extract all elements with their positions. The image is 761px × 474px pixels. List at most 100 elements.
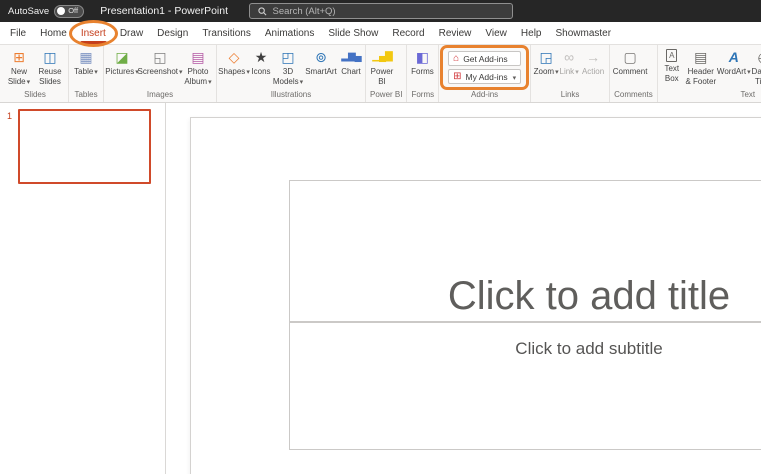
header-footer-label: Header & Footer — [685, 67, 717, 86]
pictures-label: Pictures — [105, 67, 135, 76]
tab-file[interactable]: File — [3, 22, 33, 44]
ribbon-group-slides: ⊞ New Slide ◫ Reuse Slides Slides — [2, 45, 69, 102]
group-label-illustrations: Illustrations — [270, 90, 312, 99]
subtitle-placeholder[interactable]: Click to add subtitle — [289, 322, 761, 450]
ribbon-group-illustrations: ◇ Shapes ★ Icons ◰ 3D Models ⊚ SmartArt … — [217, 45, 366, 102]
ribbon: ⊞ New Slide ◫ Reuse Slides Slides ▦ Tabl… — [0, 45, 761, 103]
comment-button[interactable]: ▢ Comment — [612, 45, 648, 90]
table-button[interactable]: ▦ Table — [71, 45, 101, 90]
shapes-icon: ◇ — [228, 49, 240, 65]
group-label-tables: Tables — [74, 90, 98, 99]
dropdown-caret-icon — [512, 72, 517, 82]
forms-button[interactable]: ◧ Forms — [409, 45, 435, 90]
slide-number-text: 1 — [7, 111, 13, 121]
chart-button[interactable]: ▂▆▄ Chart — [339, 45, 363, 90]
date-time-label: Date & Time — [751, 67, 761, 86]
my-addins-button[interactable]: ⊞ My Add-ins — [448, 69, 522, 84]
text-box-label: Text Box — [664, 64, 680, 83]
pictures-button[interactable]: ◪ Pictures — [105, 45, 138, 90]
reuse-slides-icon: ◫ — [43, 49, 57, 65]
chart-label: Chart — [341, 67, 361, 76]
chart-icon: ▂▆▄ — [341, 51, 361, 62]
tab-insert[interactable]: Insert — [68, 20, 118, 47]
tab-slide-show[interactable]: Slide Show — [321, 22, 385, 44]
forms-icon: ◧ — [415, 49, 430, 65]
group-label-comments: Comments — [614, 90, 653, 99]
new-slide-label: New Slide — [7, 67, 27, 86]
powerpoint-window: AutoSave Off Presentation1 - PowerPoint … — [0, 0, 761, 474]
link-button[interactable]: ∞ Link — [559, 45, 579, 90]
table-icon: ▦ — [79, 49, 93, 65]
dropdown-caret-icon — [574, 67, 579, 76]
group-label-forms: Forms — [411, 90, 435, 99]
comment-label: Comment — [612, 67, 648, 76]
smartart-button[interactable]: ⊚ SmartArt — [303, 45, 339, 90]
wordart-icon: A — [728, 49, 739, 65]
autosave-label: AutoSave — [8, 5, 50, 17]
ribbon-group-power-bi: ▁▄▇ Power BI Power BI — [366, 45, 408, 102]
shapes-button[interactable]: ◇ Shapes — [218, 45, 250, 90]
toggle-knob-icon — [57, 7, 66, 15]
zoom-button[interactable]: ◲ Zoom — [533, 45, 559, 90]
title-bar: AutoSave Off Presentation1 - PowerPoint — [0, 0, 761, 22]
ribbon-group-images: ◪ Pictures ◱ Screenshot ▤ Photo Album Im… — [104, 45, 217, 102]
search-icon — [257, 6, 266, 15]
3d-models-button[interactable]: ◰ 3D Models — [273, 45, 303, 90]
window-title: Presentation1 - PowerPoint — [100, 5, 229, 17]
wordart-label: WordArt — [716, 67, 747, 76]
action-button[interactable]: → Action — [579, 45, 607, 90]
date-time-button[interactable]: ◴ Date & Time — [750, 45, 761, 90]
slide-thumbnail[interactable] — [18, 109, 151, 184]
photo-album-button[interactable]: ▤ Photo Album — [182, 45, 214, 90]
tab-animations[interactable]: Animations — [258, 22, 321, 44]
3d-models-label: 3D Models — [272, 67, 299, 86]
icons-label: Icons — [251, 67, 271, 76]
group-label-addins: Add-ins — [471, 90, 499, 99]
tab-showmaster[interactable]: Showmaster — [548, 22, 618, 44]
power-bi-button[interactable]: ▁▄▇ Power BI — [368, 45, 396, 90]
dropdown-caret-icon — [26, 77, 31, 86]
screenshot-label: Screenshot — [137, 67, 178, 76]
tab-draw[interactable]: Draw — [113, 22, 150, 44]
tab-view[interactable]: View — [478, 22, 514, 44]
action-icon: → — [586, 49, 601, 65]
slide-editor: Click to add title Click to add subtitle — [166, 103, 761, 474]
group-label-slides: Slides — [24, 90, 46, 99]
ribbon-group-comments: ▢ Comment Comments — [610, 45, 658, 102]
get-addins-label: Get Add-ins — [463, 53, 508, 64]
power-bi-icon: ▁▄▇ — [372, 51, 392, 62]
autosave-toggle[interactable]: Off — [54, 4, 85, 18]
smartart-icon: ⊚ — [315, 49, 327, 65]
new-slide-button[interactable]: ⊞ New Slide — [4, 45, 34, 90]
content-area: 1 Click to add title Click to add subtit… — [0, 103, 761, 474]
get-addins-button[interactable]: ⌂ Get Add-ins — [448, 51, 522, 66]
group-label-text: Text — [740, 90, 756, 99]
tab-help[interactable]: Help — [514, 22, 549, 44]
zoom-label: Zoom — [533, 67, 555, 76]
search-box[interactable] — [248, 3, 513, 19]
text-box-button[interactable]: A Text Box — [660, 45, 684, 90]
wordart-button[interactable]: A WordArt — [716, 45, 751, 90]
tab-transitions[interactable]: Transitions — [195, 22, 258, 44]
tab-insert-label: Insert — [80, 27, 106, 39]
tab-home[interactable]: Home — [33, 22, 74, 44]
tab-record[interactable]: Record — [385, 22, 431, 44]
shapes-label: Shapes — [218, 67, 246, 76]
link-icon: ∞ — [564, 49, 575, 65]
tab-review[interactable]: Review — [432, 22, 479, 44]
icons-icon: ★ — [254, 49, 268, 65]
ribbon-group-text: A Text Box ▤ Header & Footer A WordArt ◴… — [658, 45, 761, 102]
slide-canvas[interactable]: Click to add title Click to add subtitle — [190, 117, 761, 474]
3d-models-icon: ◰ — [281, 49, 295, 65]
screenshot-button[interactable]: ◱ Screenshot — [137, 45, 183, 90]
ribbon-group-forms: ◧ Forms Forms — [407, 45, 440, 102]
header-footer-button[interactable]: ▤ Header & Footer — [684, 45, 718, 90]
my-addins-label: My Add-ins — [465, 71, 508, 82]
screenshot-icon: ◱ — [153, 49, 167, 65]
icons-button[interactable]: ★ Icons — [249, 45, 273, 90]
reuse-slides-button[interactable]: ◫ Reuse Slides — [34, 45, 66, 90]
search-input[interactable] — [272, 5, 504, 17]
tab-design[interactable]: Design — [150, 22, 195, 44]
reuse-slides-label: Reuse Slides — [38, 67, 62, 86]
title-placeholder[interactable]: Click to add title — [289, 180, 761, 322]
